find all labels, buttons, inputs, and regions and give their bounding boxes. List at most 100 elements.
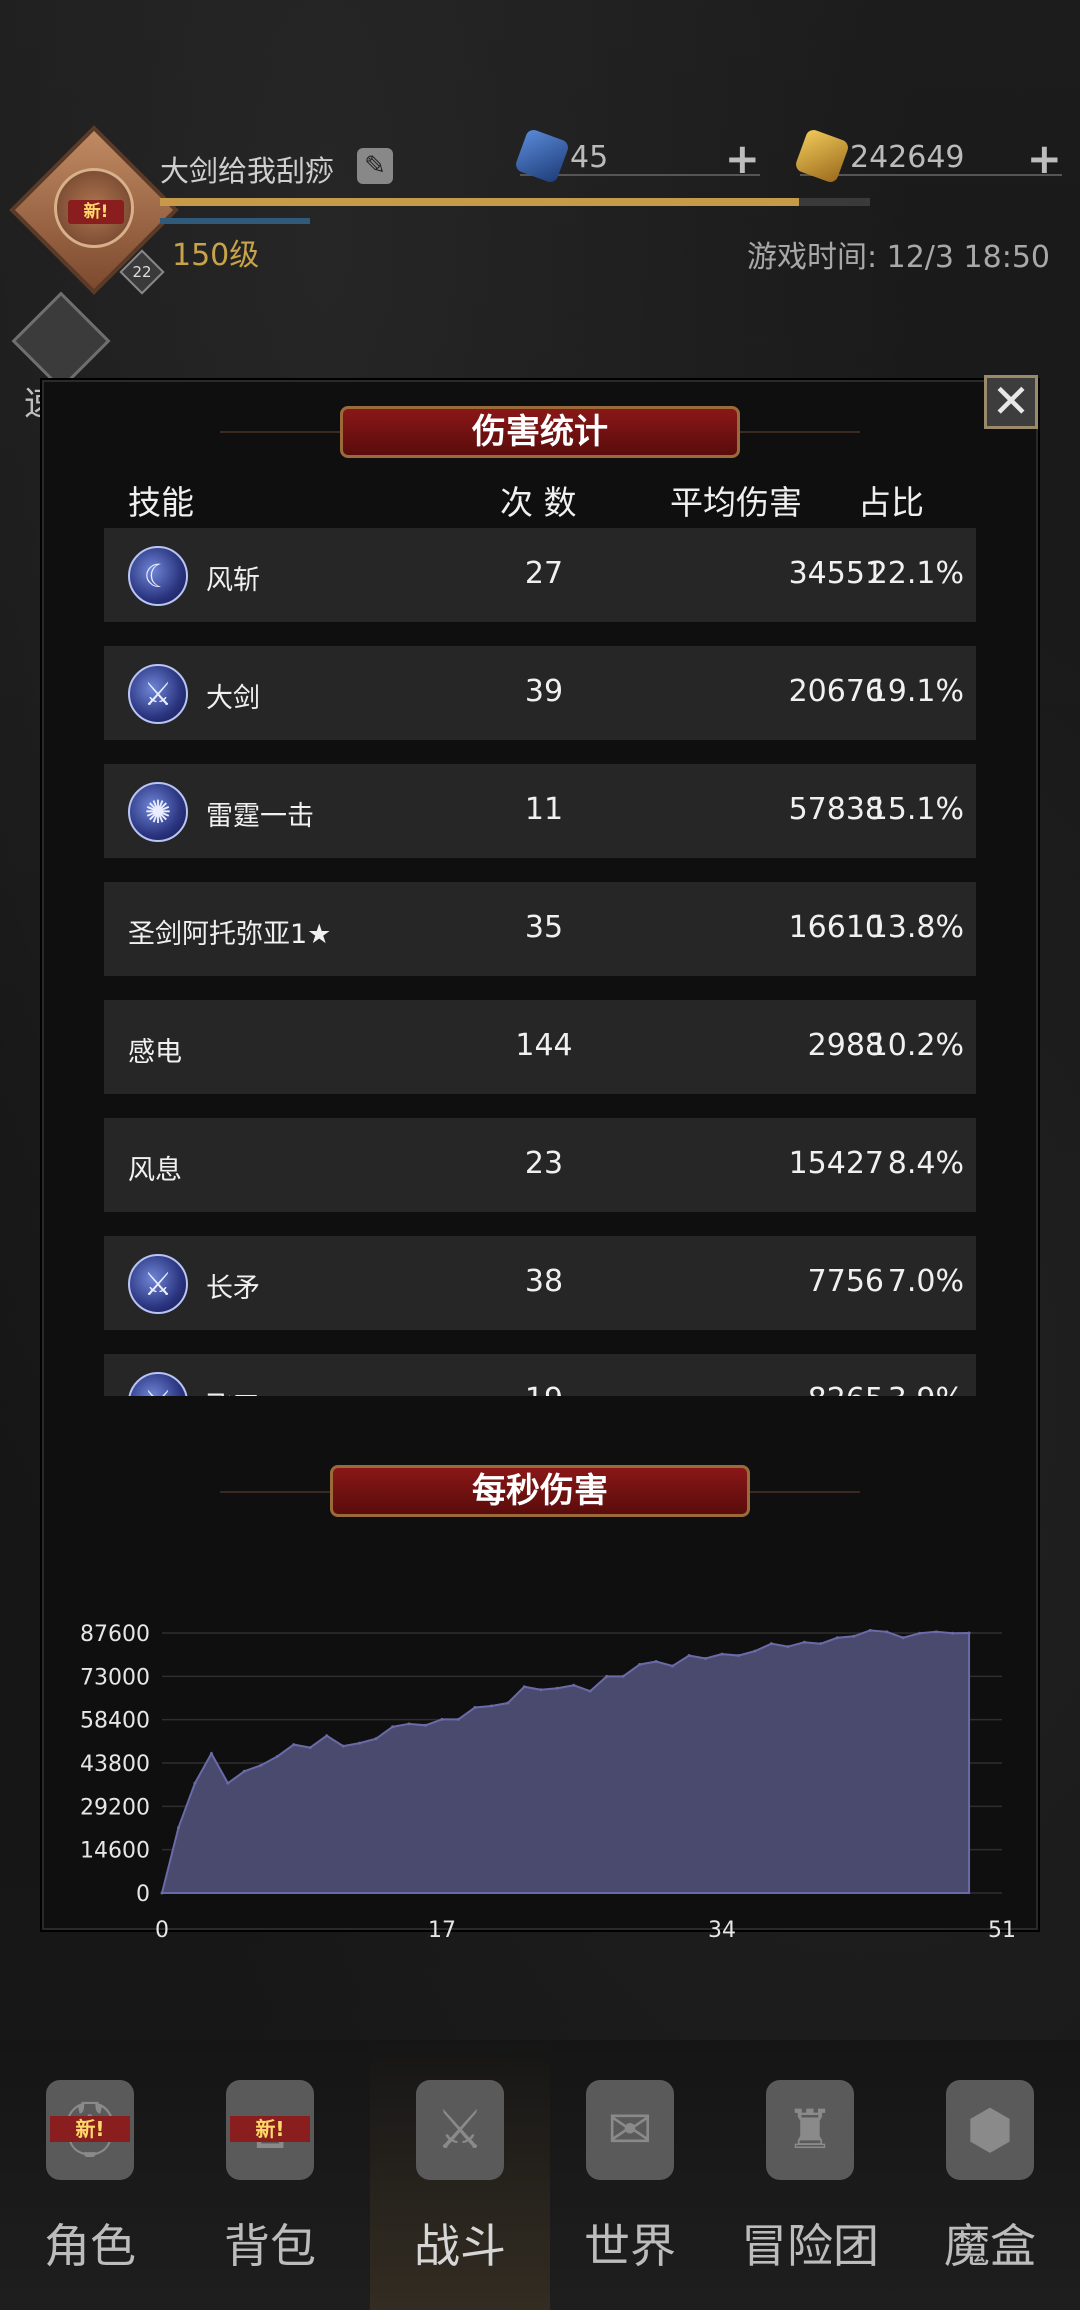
y-tick-label: 29200: [80, 1795, 150, 1820]
close-button[interactable]: ✕: [984, 375, 1038, 429]
col-header-skill: 技能: [128, 483, 194, 522]
skill-avg-damage: 15427: [788, 1146, 884, 1181]
skill-count: 11: [524, 792, 564, 827]
data-point: [671, 1664, 675, 1668]
edit-name-icon[interactable]: ✎: [357, 148, 393, 184]
x-tick-label: 0: [155, 1918, 169, 1940]
add-gold-button[interactable]: +: [1027, 134, 1062, 183]
cube-icon: ⬢: [946, 2080, 1034, 2180]
nav-label: 角色: [44, 2219, 136, 2273]
nav-label: 背包: [224, 2219, 316, 2273]
dps-title: 每秒伤害: [330, 1465, 750, 1517]
skill-avg-damage: 57838: [788, 792, 884, 827]
table-row[interactable]: ⚔ 飞刃 19 8265 3.9%: [104, 1354, 976, 1396]
table-row[interactable]: ☾ 风斩 27 34551 22.1%: [104, 528, 976, 622]
skill-avg-damage: 34551: [788, 556, 884, 591]
nav-item-character[interactable]: ⛑ 新! 角色: [0, 2040, 180, 2310]
skill-name: 飞刃: [206, 1384, 260, 1396]
data-point: [572, 1683, 576, 1687]
data-point: [588, 1689, 592, 1693]
castle-icon: ♜: [766, 2080, 854, 2180]
skill-damage-share: 22.1%: [868, 556, 964, 591]
data-point: [967, 1631, 971, 1635]
skill-count: 23: [524, 1146, 564, 1181]
skill-count: 144: [515, 1028, 573, 1063]
nav-item-battle[interactable]: ⚔ 战斗: [370, 2040, 550, 2310]
nav-item-world[interactable]: ✉ 世界: [540, 2040, 720, 2310]
nav-new-badge: 新!: [50, 2116, 130, 2142]
avatar-level: 22: [132, 263, 152, 281]
data-point: [209, 1752, 213, 1756]
skill-damage-share: 15.1%: [868, 792, 964, 827]
skill-name: 雷霆一击: [206, 801, 314, 832]
data-point: [753, 1649, 757, 1653]
skill-avg-damage: 2988: [807, 1028, 884, 1063]
y-tick-label: 0: [136, 1882, 150, 1907]
data-point: [786, 1645, 790, 1649]
data-point: [440, 1717, 444, 1721]
dps-chart: 0 14600 29200 43800 58400 73000 87600 0 17 34 51: [80, 1622, 1016, 1940]
player-name: 大剑给我刮痧: [160, 154, 335, 188]
table-row[interactable]: 圣剑阿托弥亚1★ 35 16610 13.8%: [104, 882, 976, 976]
table-row[interactable]: 感电 144 2988 10.2%: [104, 1000, 976, 1094]
data-point: [242, 1769, 246, 1773]
nav-new-badge: 新!: [230, 2116, 310, 2142]
skill-name: 风息: [128, 1155, 182, 1186]
skill-avg-damage: 7756: [807, 1264, 884, 1299]
data-point: [522, 1685, 526, 1689]
data-point: [489, 1704, 493, 1708]
skill-damage-share: 13.8%: [868, 910, 964, 945]
skill-name: 圣剑阿托弥亚1★: [128, 919, 332, 950]
table-row[interactable]: ⚔ 大剑 39 20676 19.1%: [104, 646, 976, 740]
nav-item-backpack[interactable]: ⌂ 新! 背包: [180, 2040, 360, 2310]
data-point: [259, 1763, 263, 1767]
data-point: [456, 1717, 460, 1721]
modal-title: 伤害统计: [340, 406, 740, 458]
data-point: [605, 1674, 609, 1678]
add-gem-button[interactable]: +: [725, 134, 760, 183]
data-point: [374, 1737, 378, 1741]
shield-sword-icon: ⚔: [416, 2080, 504, 2180]
data-point: [852, 1634, 856, 1638]
sword-icon: ⚔: [128, 664, 188, 724]
title-ornament-left: [220, 431, 360, 433]
data-point: [819, 1642, 823, 1646]
x-tick-label: 51: [988, 1918, 1016, 1940]
data-point: [407, 1722, 411, 1726]
xp-bar-fill: [160, 198, 799, 206]
table-row[interactable]: ✺ 雷霆一击 11 57838 15.1%: [104, 764, 976, 858]
thunder-icon: ✺: [128, 782, 188, 842]
table-row[interactable]: ⚔ 长矛 38 7756 7.0%: [104, 1236, 976, 1330]
nav-item-magic-box[interactable]: ⬢ 魔盒: [900, 2040, 1080, 2310]
data-point: [292, 1743, 296, 1747]
nav-item-adventure-team[interactable]: ♜ 冒险团: [720, 2040, 900, 2310]
data-point: [918, 1631, 922, 1635]
y-tick-label: 14600: [80, 1839, 150, 1864]
avatar-new-badge: 新!: [68, 200, 124, 224]
skill-name: 感电: [128, 1037, 182, 1068]
gold-value: 242649: [850, 140, 965, 175]
skill-damage-share: 3.9%: [864, 1382, 964, 1396]
table-row[interactable]: 风息 23 15427 8.4%: [104, 1118, 976, 1212]
data-point: [704, 1657, 708, 1661]
xp-bar: [160, 198, 870, 206]
x-tick-label: 34: [708, 1918, 736, 1940]
skill-avg-damage: 8265: [634, 1382, 884, 1396]
y-tick-label: 73000: [80, 1665, 150, 1690]
skill-avg-damage: 16610: [788, 910, 884, 945]
nav-label: 战斗: [414, 2219, 506, 2273]
skill-table[interactable]: ☾ 风斩 27 34551 22.1% ⚔ 大剑 39 20676 19.1% …: [104, 528, 976, 1396]
y-tick-label: 87600: [80, 1622, 150, 1647]
data-point: [835, 1636, 839, 1640]
data-point: [424, 1723, 428, 1727]
data-point: [325, 1734, 329, 1738]
data-point: [226, 1781, 230, 1785]
nav-label: 魔盒: [944, 2219, 1036, 2273]
data-point: [769, 1642, 773, 1646]
data-point: [555, 1686, 559, 1690]
skill-count: 39: [524, 674, 564, 709]
sword-icon: ⚔: [128, 1372, 188, 1396]
bottom-nav: ⛑ 新! 角色 ⌂ 新! 背包 ⚔ 战斗 ✉ 世界 ♜ 冒险团 ⬢ 魔盒: [0, 2040, 1080, 2310]
skill-name: 风斩: [206, 565, 260, 596]
game-time: 游戏时间: 12/3 18:50: [746, 240, 1050, 275]
